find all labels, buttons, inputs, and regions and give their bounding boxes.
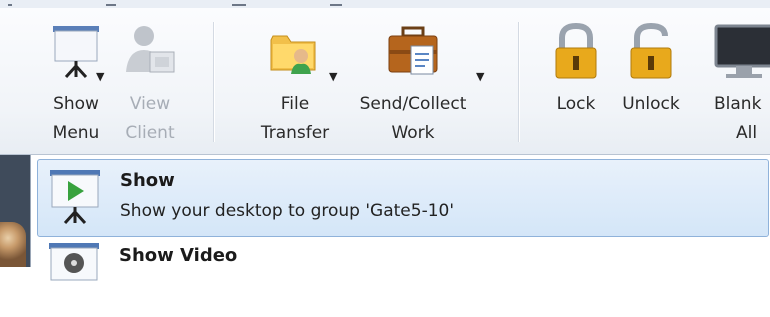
show-menu-label-1: Show (53, 94, 99, 114)
file-transfer-button[interactable]: ▼ File Transfer (255, 8, 338, 154)
unlock-label: Unlock (622, 94, 680, 114)
menu-item-title: Show (120, 170, 175, 191)
monitor-icon (714, 24, 770, 78)
show-menu-button[interactable]: ▼ Show Menu (36, 8, 116, 154)
unlock-button[interactable]: Unlock (616, 8, 686, 154)
view-client-button[interactable]: View Client (110, 8, 190, 154)
send-collect-label-1: Send/Collect (359, 94, 467, 114)
dropdown-arrow-icon: ▼ (96, 70, 105, 83)
file-transfer-label-2: Transfer (260, 123, 330, 143)
dropdown-arrow-icon: ▼ (476, 70, 485, 83)
padlock-open-icon (630, 22, 672, 79)
view-client-label-1: View (129, 94, 171, 114)
lock-label: Lock (556, 94, 596, 114)
menu-item-show-video[interactable]: Show Video (37, 241, 769, 317)
ribbon-separator (518, 22, 519, 142)
send-collect-work-button[interactable]: ▼ Send/Collect Work (350, 8, 484, 154)
blank-all-label-2: All (736, 123, 758, 143)
ribbon-separator (213, 22, 214, 142)
send-collect-label-2: Work (391, 123, 435, 143)
file-transfer-label-1: File (280, 94, 310, 114)
dropdown-arrow-icon: ▼ (329, 70, 338, 83)
blank-all-label-1: Blank (714, 94, 762, 114)
folder-user-icon (270, 35, 316, 74)
ribbon-toolbar: ▼ Show Menu View Client ▼ File Transfer (0, 8, 770, 155)
show-menu-label-2: Menu (52, 123, 100, 143)
film-reel-screen-icon (49, 243, 99, 281)
menu-item-title: Show Video (119, 245, 238, 266)
briefcase-document-icon (388, 26, 438, 75)
play-screen-icon (50, 170, 100, 225)
menu-item-description: Show your desktop to group 'Gate5-10' (120, 201, 455, 221)
lock-button[interactable]: Lock (548, 8, 604, 154)
blank-all-button[interactable]: Blank All (708, 8, 770, 154)
padlock-closed-icon (555, 22, 597, 79)
user-monitor-icon (126, 26, 175, 73)
view-client-label-2: Client (125, 123, 175, 143)
menu-item-show[interactable]: Show Show your desktop to group 'Gate5-1… (37, 159, 769, 237)
show-dropdown-menu: Show Show your desktop to group 'Gate5-1… (30, 155, 770, 281)
user-avatar (0, 222, 26, 267)
